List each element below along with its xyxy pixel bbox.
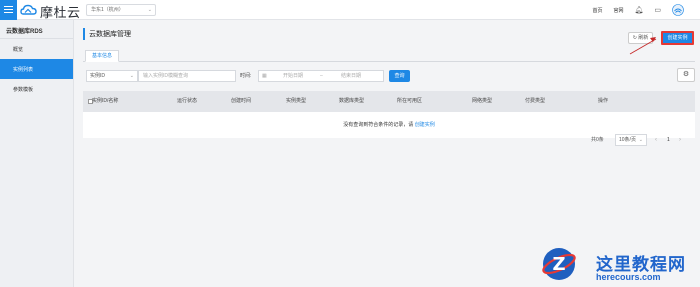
top-bar: 摩杜云 华东1（杭州） ⌄ 首页 官网 🔔︎ ▭ [0, 0, 700, 21]
tab-basic-info[interactable]: 基本信息 [85, 50, 119, 62]
prev-page-button[interactable]: ‹ [655, 134, 657, 146]
sidebar-title: 云数据库RDS [0, 20, 73, 39]
pagination: 共0条 10条/页 ⌄ ‹ 1 › [591, 134, 695, 146]
start-date-field[interactable]: 开始日期 [283, 71, 303, 81]
title-accent-bar [83, 28, 85, 40]
calendar-icon: ▦ [262, 73, 267, 79]
column-header-instance-id[interactable]: 实例ID/名称 [92, 91, 118, 112]
column-header-status[interactable]: 运行状态 [177, 91, 197, 112]
column-header-db-type[interactable]: 数据库类型 [339, 91, 364, 112]
search-input[interactable]: 输入实例ID模糊查询 [138, 70, 236, 82]
menu-icon[interactable] [0, 0, 17, 20]
watermark-url: herecours.com [596, 272, 661, 282]
table-header: 实例ID/名称 运行状态 创建时间 实例类型 数据库类型 所在可用区 网络类型 … [83, 91, 695, 112]
page-header: 云数据库管理 ↻ 刷新 创建实例 [83, 26, 695, 45]
sidebar-item-param-template[interactable]: 参数模板 [0, 79, 73, 99]
column-header-instance-type[interactable]: 实例类型 [286, 91, 306, 112]
user-avatar-icon[interactable] [672, 4, 684, 16]
chevron-down-icon: ⌄ [638, 137, 643, 143]
column-header-zone[interactable]: 所在可用区 [397, 91, 422, 112]
range-separator: – [320, 73, 323, 79]
sidebar: 云数据库RDS 概览 实例列表 参数模板 [0, 20, 74, 287]
region-select[interactable]: 华东1（杭州） ⌄ [86, 4, 156, 16]
page-number[interactable]: 1 [667, 134, 670, 146]
refresh-icon: ↻ [632, 35, 637, 41]
column-header-actions: 操作 [598, 98, 609, 104]
empty-text: 没有查询到符合条件的记录，请 [343, 122, 414, 128]
monitor-icon[interactable]: ▭ [654, 7, 661, 14]
cloud-logo-icon [20, 4, 37, 15]
chevron-down-icon: ⌄ [129, 73, 134, 79]
time-label: 时间: [240, 73, 252, 79]
page-size-select[interactable]: 10条/页 ⌄ [615, 134, 647, 146]
column-header-created[interactable]: 创建时间 [231, 91, 251, 112]
column-header-network[interactable]: 网络类型 [472, 91, 492, 112]
official-site-link[interactable]: 官网 [613, 7, 623, 14]
refresh-button[interactable]: ↻ 刷新 [628, 32, 653, 44]
next-page-button[interactable]: › [679, 134, 681, 146]
chevron-down-icon: ⌄ [147, 7, 152, 13]
watermark: Z 这里教程网 herecours.com [536, 246, 700, 287]
date-range-picker[interactable]: ▦ 开始日期 – 结束日期 [258, 70, 384, 82]
field-select-value: 实例ID [90, 73, 106, 79]
gear-icon: ⚙ [682, 71, 690, 78]
end-date-field[interactable]: 结束日期 [341, 71, 361, 81]
filter-bar: 实例ID ⌄ 输入实例ID模糊查询 时间: ▦ 开始日期 – 结束日期 查询 ⚙ [83, 68, 695, 82]
sidebar-item-instance-list[interactable]: 实例列表 [0, 59, 73, 79]
tab-bar: 基本信息 [83, 50, 695, 62]
create-instance-button[interactable]: 创建实例 [661, 31, 694, 45]
region-value: 华东1（杭州） [91, 7, 124, 13]
page-title: 云数据库管理 [89, 31, 131, 38]
refresh-label: 刷新 [638, 35, 649, 41]
column-header-billing[interactable]: 付费类型 [525, 91, 545, 112]
bell-icon[interactable]: 🔔︎ [634, 7, 643, 14]
sidebar-item-overview[interactable]: 概览 [0, 39, 73, 59]
settings-button[interactable]: ⚙ [677, 68, 695, 82]
instance-table: 实例ID/名称 运行状态 创建时间 实例类型 数据库类型 所在可用区 网络类型 … [83, 91, 695, 138]
create-instance-link[interactable]: 创建实例 [415, 122, 435, 128]
watermark-logo-icon: Z [542, 248, 576, 280]
field-select[interactable]: 实例ID ⌄ [86, 70, 138, 82]
total-count: 共0条 [591, 137, 604, 143]
search-button[interactable]: 查询 [389, 70, 410, 82]
home-link[interactable]: 首页 [592, 7, 602, 14]
page-size-value: 10条/页 [619, 137, 636, 143]
brand-name: 摩杜云 [40, 6, 81, 21]
svg-text:Z: Z [552, 254, 565, 275]
